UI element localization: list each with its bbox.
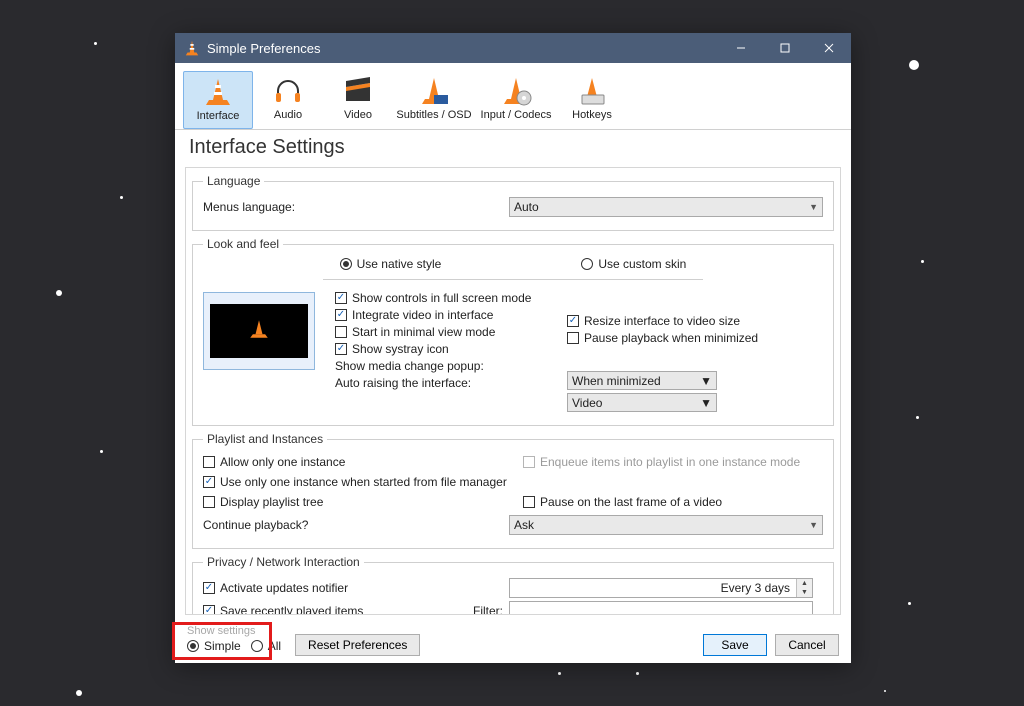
check-pause-minimized[interactable]: Pause playback when minimized [567,331,823,345]
autoraise-label: Auto raising the interface: [335,376,505,390]
tab-audio[interactable]: Audio [253,71,323,129]
bottom-bar: Show settings Simple All Reset Preferenc… [175,615,851,663]
window-title: Simple Preferences [207,41,719,56]
vlc-cone-icon [183,39,201,57]
group-look-feel: Look and feel Use native style Use custo… [192,237,834,426]
check-enqueue: Enqueue items into playlist in one insta… [523,455,823,469]
chevron-down-icon: ▼ [700,374,712,388]
filter-label: Filter: [465,604,509,615]
close-button[interactable] [807,33,851,63]
headphones-icon [272,75,304,107]
tab-label: Interface [197,110,240,122]
check-minimal-view[interactable]: Start in minimal view mode [335,325,555,339]
menus-language-select[interactable]: Auto ▼ [509,197,823,217]
group-legend: Privacy / Network Interaction [203,555,364,569]
tab-label: Video [344,109,372,121]
tab-hotkeys[interactable]: Hotkeys [557,71,627,129]
spin-down-icon[interactable]: ▼ [797,588,812,597]
select-value: Auto [514,200,539,214]
tab-label: Input / Codecs [481,109,552,121]
group-language: Language Menus language: Auto ▼ [192,174,834,231]
check-one-instance[interactable]: Allow only one instance [203,455,503,469]
chevron-down-icon: ▼ [809,202,818,212]
check-integrate-video[interactable]: Integrate video in interface [335,308,555,322]
check-display-tree[interactable]: Display playlist tree [203,495,503,509]
minimize-button[interactable] [719,33,763,63]
page-title: Interface Settings [175,130,851,163]
check-pause-last-frame[interactable]: Pause on the last frame of a video [523,495,823,509]
disc-icon [500,75,532,107]
continue-playback-select[interactable]: Ask▼ [509,515,823,535]
titlebar: Simple Preferences [175,33,851,63]
keyboard-icon [576,75,608,107]
interface-preview-image [203,292,315,370]
show-settings-label: Show settings [187,625,281,637]
check-resize-interface[interactable]: Resize interface to video size [567,314,823,328]
continue-playback-label: Continue playback? [203,518,509,532]
tab-video[interactable]: Video [323,71,393,129]
updates-frequency-spin[interactable]: Every 3 days ▲▼ [509,578,813,598]
group-legend: Language [203,174,264,188]
clapper-icon [342,75,374,107]
preferences-window: Simple Preferences Interface [175,33,851,663]
save-button[interactable]: Save [703,634,767,656]
spin-up-icon[interactable]: ▲ [797,579,812,588]
menus-language-label: Menus language: [203,200,509,214]
radio-native-style[interactable]: Use native style [340,257,442,271]
filter-input[interactable] [509,601,813,615]
category-tabs: Interface Audio Video Subtitl [175,63,851,130]
group-legend: Look and feel [203,237,283,251]
radio-all[interactable]: All [251,639,281,653]
subtitle-icon [418,75,450,107]
media-popup-select[interactable]: When minimized▼ [567,371,717,390]
chevron-down-icon: ▼ [809,520,818,530]
group-privacy: Privacy / Network Interaction Activate u… [192,555,834,615]
check-show-controls[interactable]: Show controls in full screen mode [335,291,555,305]
autoraise-select[interactable]: Video▼ [567,393,717,412]
reset-preferences-button[interactable]: Reset Preferences [295,634,420,656]
group-playlist: Playlist and Instances Allow only one in… [192,432,834,549]
media-popup-label: Show media change popup: [335,359,505,373]
tab-label: Subtitles / OSD [396,109,471,121]
tab-label: Audio [274,109,302,121]
tab-interface[interactable]: Interface [183,71,253,129]
chevron-down-icon: ▼ [700,396,712,410]
radio-custom-skin[interactable]: Use custom skin [581,257,686,271]
tab-label: Hotkeys [572,109,612,121]
cone-icon [202,76,234,108]
check-recent[interactable]: Save recently played items [203,604,465,615]
radio-simple[interactable]: Simple [187,639,241,653]
cancel-button[interactable]: Cancel [775,634,839,656]
check-updates[interactable]: Activate updates notifier [203,581,509,595]
tab-subtitles[interactable]: Subtitles / OSD [393,71,475,129]
maximize-button[interactable] [763,33,807,63]
check-one-instance-fm[interactable]: Use only one instance when started from … [203,475,823,489]
tab-input-codecs[interactable]: Input / Codecs [475,71,557,129]
group-legend: Playlist and Instances [203,432,327,446]
check-systray[interactable]: Show systray icon [335,342,555,356]
settings-scroll-area[interactable]: Language Menus language: Auto ▼ Look and… [185,167,841,615]
